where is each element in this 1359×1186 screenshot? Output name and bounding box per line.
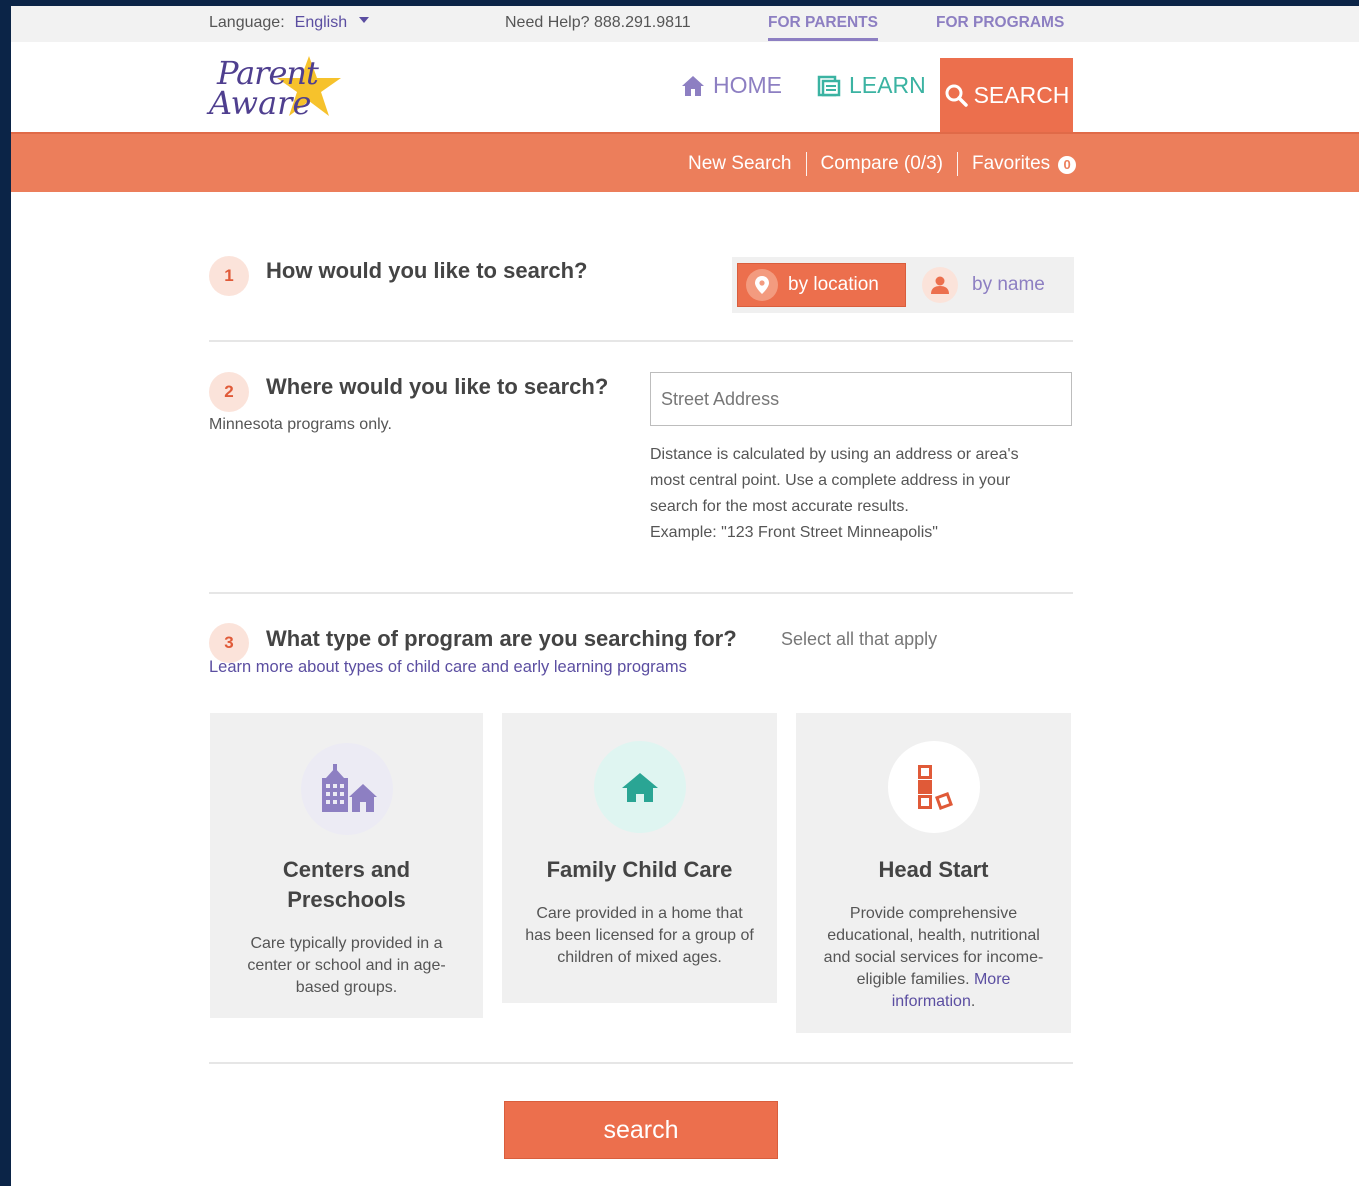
language-label: Language: (209, 14, 285, 31)
card-description-line: has been licensed for a group of (525, 927, 754, 944)
card-description: Provide comprehensive educational, healt… (804, 903, 1063, 1013)
card-title: Head Start (878, 857, 989, 882)
card-description-line: Provide comprehensive (849, 905, 1018, 922)
learn-more-program-types-link[interactable]: Learn more about types of child care and… (209, 658, 687, 677)
card-description-line: center or school and in age- (247, 957, 446, 974)
card-title-line: Centers and (282, 857, 411, 882)
card-title: Family Child Care (546, 857, 733, 882)
section-divider (209, 340, 1073, 342)
step-2-title: Where would you like to search? (266, 374, 609, 399)
nav-learn-label: LEARN (849, 72, 926, 98)
program-card-centers-preschools[interactable]: Centers and Preschools Care typically pr… (210, 713, 483, 1018)
person-icon (922, 267, 958, 303)
card-description-line: educational, health, nutritional (827, 927, 1040, 944)
by-location-label: by location (788, 274, 879, 295)
search-icon (945, 84, 968, 107)
nav-search[interactable]: SEARCH (940, 58, 1073, 132)
book-icon (817, 75, 841, 96)
by-name-button[interactable]: by name (922, 263, 1045, 307)
card-description-line: and social services for income- (823, 949, 1044, 966)
step-2-number: 2 (209, 372, 249, 412)
card-description-line: eligible families. More (804, 969, 1063, 991)
page: Language: English Need Help? 888.291.9811… (11, 6, 1359, 1186)
distance-help-text: Distance is calculated by using an addre… (650, 442, 1070, 546)
divider (957, 152, 958, 176)
parent-aware-logo[interactable]: Parent Aware (207, 50, 347, 124)
nav-home-label: HOME (713, 72, 782, 98)
compare-link[interactable]: Compare (0/3) (821, 153, 944, 175)
step-1-title: How would you like to search? (266, 258, 588, 283)
utility-bar: Language: English Need Help? 888.291.9811… (11, 6, 1359, 42)
by-location-button[interactable]: by location (737, 263, 906, 307)
card-description-line: information. (804, 991, 1063, 1013)
for-parents-link[interactable]: FOR PARENTS (768, 14, 878, 41)
distance-help-line: search for the most accurate results. (650, 498, 909, 515)
favorites-label: Favorites (972, 153, 1051, 174)
card-description: Care typically provided in a center or s… (220, 933, 473, 999)
step-1-number: 1 (209, 256, 249, 296)
address-example: Example: "123 Front Street Minneapolis" (650, 524, 938, 541)
more-information-link[interactable]: information (892, 993, 971, 1010)
street-address-input[interactable] (650, 372, 1072, 426)
card-description: Care provided in a home that has been li… (510, 903, 769, 969)
favorites-link[interactable]: Favorites 0 (972, 153, 1077, 175)
distance-help-line: most central point. Use a complete addre… (650, 472, 1011, 489)
section-divider (209, 1062, 1073, 1064)
card-description-line: Care typically provided in a (250, 935, 443, 952)
chevron-down-icon[interactable] (359, 16, 370, 23)
location-pin-icon (746, 269, 778, 301)
home-icon (682, 75, 704, 96)
section-divider (209, 592, 1073, 594)
house-icon (594, 741, 686, 833)
program-card-family-child-care[interactable]: Family Child Care Care provided in a hom… (502, 713, 777, 1003)
search-mode-toggle: by location by name (732, 257, 1074, 313)
card-description-line: children of mixed ages. (557, 949, 722, 966)
header: Parent Aware HOME LEARN SEARCH (11, 42, 1359, 132)
card-description-text: . (970, 993, 976, 1010)
card-title: Centers and Preschools (210, 855, 483, 915)
language-selector[interactable]: Language: English (209, 14, 370, 32)
logo-text-aware: Aware (209, 84, 312, 122)
card-description-line: based groups. (295, 979, 398, 996)
blocks-icon (888, 741, 980, 833)
distance-help-line: Distance is calculated by using an addre… (650, 446, 1019, 463)
minnesota-only-note: Minnesota programs only. (209, 416, 392, 433)
buildings-icon (301, 743, 393, 835)
divider (805, 152, 807, 176)
help-phone: Need Help? 888.291.9811 (505, 14, 691, 31)
new-search-link[interactable]: New Search (688, 153, 792, 175)
nav-home[interactable]: HOME (681, 72, 782, 99)
for-programs-link[interactable]: FOR PROGRAMS (936, 14, 1064, 32)
card-title-line: Preschools (287, 887, 406, 912)
nav-learn[interactable]: LEARN (817, 72, 926, 99)
card-description-text: eligible families. (856, 971, 970, 988)
favorites-count-badge: 0 (1058, 156, 1077, 174)
by-name-label: by name (972, 274, 1045, 295)
search-button[interactable]: search (504, 1101, 778, 1159)
card-description-line: Care provided in a home that (536, 905, 743, 922)
language-value[interactable]: English (295, 14, 347, 31)
nav-search-label: SEARCH (973, 81, 1070, 108)
search-subnav: New Search Compare (0/3) Favorites 0 (11, 132, 1359, 192)
more-information-link[interactable]: More (974, 971, 1010, 988)
step-3-number: 3 (209, 623, 249, 663)
step-3-title: What type of program are you searching f… (266, 626, 737, 651)
select-all-hint: Select all that apply (781, 629, 938, 649)
program-card-head-start[interactable]: Head Start Provide comprehensive educati… (796, 713, 1071, 1033)
